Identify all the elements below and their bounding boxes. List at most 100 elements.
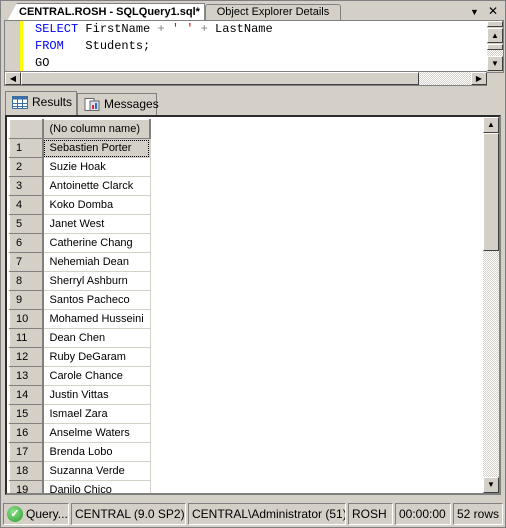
row-number[interactable]: 10 [9, 309, 44, 329]
table-row[interactable]: 16 Anselme Waters [9, 423, 151, 443]
table-row[interactable]: 17 Brenda Lobo [9, 442, 151, 462]
name-cell[interactable]: Suzanna Verde [42, 461, 151, 481]
table-row[interactable]: 19 Danilo Chico [9, 480, 151, 493]
table-row[interactable]: 13 Carole Chance [9, 366, 151, 386]
table-row[interactable]: 12 Ruby DeGaram [9, 347, 151, 367]
name-cell[interactable]: Sherryl Ashburn [42, 271, 151, 291]
name-cell[interactable]: Sebastien Porter [42, 138, 151, 158]
row-number[interactable]: 6 [9, 233, 44, 253]
table-row[interactable]: 4 Koko Domba [9, 195, 151, 215]
header-row: (No column name) [9, 119, 152, 139]
status-query: ✓ Query... [3, 503, 69, 525]
name-cell[interactable]: Catherine Chang [42, 233, 151, 253]
row-number[interactable]: 4 [9, 195, 44, 215]
tab-results-label: Results [32, 95, 73, 109]
scroll-left-button[interactable]: ◀ [5, 72, 21, 85]
tab-sqlquery1[interactable]: CENTRAL.ROSH - SQLQuery1.sql* [7, 3, 205, 21]
table-row[interactable]: 18 Suzanna Verde [9, 461, 151, 481]
scroll-track[interactable] [483, 251, 499, 477]
results-grid[interactable]: (No column name) 1 Sebastien Porter 2 Suzie… [5, 115, 501, 495]
code-text: Students; [63, 39, 151, 53]
row-number[interactable]: 3 [9, 176, 44, 196]
grid-vertical-scrollbar[interactable]: ▲ ▼ [483, 117, 499, 493]
name-cell[interactable]: Justin Vittas [42, 385, 151, 405]
row-number[interactable]: 15 [9, 404, 44, 424]
scroll-track[interactable] [419, 72, 471, 85]
name-cell[interactable]: Antoinette Clarck [42, 176, 151, 196]
status-bar: ✓ Query... CENTRAL (9.0 SP2) CENTRAL\Admi… [3, 503, 505, 525]
row-number[interactable]: 19 [9, 480, 44, 493]
name-cell[interactable]: Brenda Lobo [42, 442, 151, 462]
string-literal: ' ' [171, 22, 194, 36]
name-cell[interactable]: Danilo Chico [42, 480, 151, 493]
code-text: LastName [207, 22, 273, 36]
row-number[interactable]: 17 [9, 442, 44, 462]
success-check-icon: ✓ [7, 505, 23, 522]
results-table: (No column name) 1 Sebastien Porter 2 Suzie… [9, 119, 152, 493]
code-line-1: SELECT FirstName + ' ' + LastName [35, 21, 273, 38]
status-elapsed: 00:00:00 [395, 503, 451, 525]
row-number[interactable]: 12 [9, 347, 44, 367]
table-row[interactable]: 5 Janet West [9, 214, 151, 234]
editor-vertical-scrollbar[interactable]: ▲ ▼ [487, 21, 503, 72]
code-line-3: GO [35, 56, 50, 70]
table-row[interactable]: 11 Dean Chen [9, 328, 151, 348]
name-cell[interactable]: Mohamed Husseini [42, 309, 151, 329]
tab-messages[interactable]: Messages [77, 93, 159, 115]
row-number[interactable]: 8 [9, 271, 44, 291]
name-cell[interactable]: Nehemiah Dean [42, 252, 151, 272]
results-tabstrip: Results Messages [5, 91, 503, 115]
name-cell[interactable]: Koko Domba [42, 195, 151, 215]
corner-header[interactable] [9, 119, 44, 139]
table-row[interactable]: 9 Santos Pacheco [9, 290, 151, 310]
row-number[interactable]: 9 [9, 290, 44, 310]
status-user: CENTRAL\Administrator (51) [188, 503, 346, 525]
tab-object-explorer-details[interactable]: Object Explorer Details [205, 4, 341, 20]
tab-results[interactable]: Results [5, 91, 77, 115]
row-number[interactable]: 1 [9, 138, 44, 158]
row-number[interactable]: 2 [9, 157, 44, 177]
scroll-down-button[interactable]: ▼ [483, 477, 499, 493]
editor-margin [5, 21, 23, 72]
column-header[interactable]: (No column name) [42, 119, 152, 139]
operator: + [157, 22, 165, 36]
scroll-down-button[interactable]: ▼ [487, 56, 503, 71]
table-row[interactable]: 15 Ismael Zara [9, 404, 151, 424]
table-row[interactable]: 8 Sherryl Ashburn [9, 271, 151, 291]
scroll-right-button[interactable]: ▶ [471, 72, 487, 85]
row-number[interactable]: 5 [9, 214, 44, 234]
name-cell[interactable]: Anselme Waters [42, 423, 151, 443]
table-row[interactable]: 14 Justin Vittas [9, 385, 151, 405]
table-row[interactable]: 2 Suzie Hoak [9, 157, 151, 177]
chevron-down-icon[interactable]: ▼ [470, 7, 479, 17]
close-icon[interactable]: ✕ [488, 4, 498, 18]
row-number[interactable]: 13 [9, 366, 44, 386]
name-cell[interactable]: Janet West [42, 214, 151, 234]
table-row[interactable]: 1 Sebastien Porter [9, 138, 151, 158]
split-handle[interactable] [487, 21, 503, 27]
scroll-up-button[interactable]: ▲ [483, 117, 499, 133]
row-number[interactable]: 7 [9, 252, 44, 272]
name-cell[interactable]: Ruby DeGaram [42, 347, 151, 367]
name-cell[interactable]: Carole Chance [42, 366, 151, 386]
code-text: FirstName [78, 22, 158, 36]
row-number[interactable]: 16 [9, 423, 44, 443]
name-cell[interactable]: Santos Pacheco [42, 290, 151, 310]
sql-editor[interactable]: SELECT FirstName + ' ' + LastName FROM St… [4, 20, 504, 73]
table-row[interactable]: 7 Nehemiah Dean [9, 252, 151, 272]
scroll-up-button[interactable]: ▲ [487, 28, 503, 43]
row-number[interactable]: 18 [9, 461, 44, 481]
table-row[interactable]: 3 Antoinette Clarck [9, 176, 151, 196]
row-number[interactable]: 11 [9, 328, 44, 348]
table-row[interactable]: 10 Mohamed Husseini [9, 309, 151, 329]
scroll-thumb[interactable] [21, 72, 419, 85]
sql-code[interactable]: SELECT FirstName + ' ' + LastName FROM St… [35, 21, 273, 72]
name-cell[interactable]: Suzie Hoak [42, 157, 151, 177]
status-server: CENTRAL (9.0 SP2) [71, 503, 186, 525]
scroll-thumb[interactable] [483, 133, 499, 251]
row-number[interactable]: 14 [9, 385, 44, 405]
table-row[interactable]: 6 Catherine Chang [9, 233, 151, 253]
name-cell[interactable]: Dean Chen [42, 328, 151, 348]
editor-horizontal-scrollbar[interactable]: ◀ ▶ [4, 71, 487, 86]
name-cell[interactable]: Ismael Zara [42, 404, 151, 424]
